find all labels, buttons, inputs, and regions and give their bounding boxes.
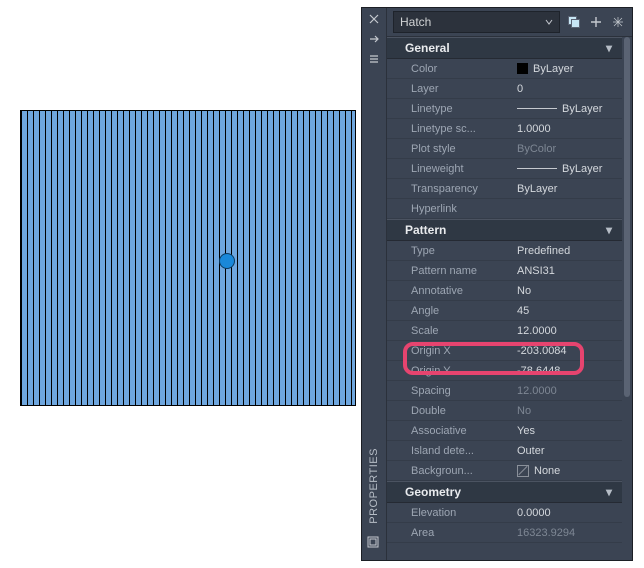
menu-icon[interactable] bbox=[367, 52, 381, 66]
section-header-geometry[interactable]: Geometry ▾ bbox=[387, 481, 622, 503]
prop-lineweight[interactable]: Lineweight ByLayer bbox=[387, 159, 622, 179]
prop-plotstyle: Plot style ByColor bbox=[387, 139, 622, 159]
none-swatch-icon bbox=[517, 465, 529, 477]
prop-linetype[interactable]: Linetype ByLayer bbox=[387, 99, 622, 119]
prop-annotative[interactable]: Annotative No bbox=[387, 281, 622, 301]
prop-transparency[interactable]: Transparency ByLayer bbox=[387, 179, 622, 199]
object-type-value: Hatch bbox=[400, 15, 431, 29]
property-scroll-area: General ▾ Color ByLayer Layer 0 Linetype… bbox=[387, 37, 622, 560]
palette-title: PROPERTIES bbox=[368, 448, 380, 524]
prop-spacing: Spacing 12.0000 bbox=[387, 381, 622, 401]
chevron-down-icon: ▾ bbox=[606, 223, 612, 237]
chevron-down-icon: ▾ bbox=[606, 41, 612, 55]
settings-icon[interactable] bbox=[367, 536, 381, 550]
close-icon[interactable] bbox=[367, 12, 381, 26]
chevron-down-icon: ▾ bbox=[606, 485, 612, 499]
prop-origin-y[interactable]: Origin Y -78.6448 bbox=[387, 361, 622, 381]
palette-header: Hatch bbox=[387, 8, 632, 37]
toggle-pickadd-icon[interactable] bbox=[566, 14, 582, 30]
prop-ltscale[interactable]: Linetype sc... 1.0000 bbox=[387, 119, 622, 139]
select-objects-icon[interactable] bbox=[588, 14, 604, 30]
auto-hide-icon[interactable] bbox=[367, 32, 381, 46]
prop-pattern-type[interactable]: Type Predefined bbox=[387, 241, 622, 261]
prop-angle[interactable]: Angle 45 bbox=[387, 301, 622, 321]
prop-island-detection[interactable]: Island dete... Outer bbox=[387, 441, 622, 461]
prop-hyperlink[interactable]: Hyperlink bbox=[387, 199, 622, 219]
scrollbar-thumb[interactable] bbox=[624, 37, 630, 397]
prop-color[interactable]: Color ByLayer bbox=[387, 59, 622, 79]
prop-background-color[interactable]: Backgroun... None bbox=[387, 461, 622, 481]
section-header-general[interactable]: General ▾ bbox=[387, 37, 622, 59]
color-swatch-icon bbox=[517, 63, 528, 74]
prop-associative[interactable]: Associative Yes bbox=[387, 421, 622, 441]
linetype-sample-icon bbox=[517, 108, 557, 109]
lineweight-sample-icon bbox=[517, 168, 557, 169]
prop-scale[interactable]: Scale 12.0000 bbox=[387, 321, 622, 341]
selection-grip[interactable] bbox=[219, 253, 235, 269]
object-type-dropdown[interactable]: Hatch bbox=[393, 11, 560, 33]
palette-sidebar: PROPERTIES bbox=[362, 8, 387, 560]
section-header-pattern[interactable]: Pattern ▾ bbox=[387, 219, 622, 241]
vertical-scrollbar[interactable] bbox=[622, 37, 632, 560]
quick-select-icon[interactable] bbox=[610, 14, 626, 30]
prop-double: Double No bbox=[387, 401, 622, 421]
prop-pattern-name[interactable]: Pattern name ANSI31 bbox=[387, 261, 622, 281]
prop-area: Area 16323.9294 bbox=[387, 523, 622, 543]
properties-palette: PROPERTIES Hatch bbox=[362, 8, 632, 560]
prop-layer[interactable]: Layer 0 bbox=[387, 79, 622, 99]
drawing-canvas[interactable] bbox=[20, 110, 356, 406]
chevron-down-icon bbox=[545, 15, 553, 29]
prop-origin-x[interactable]: Origin X -203.0084 bbox=[387, 341, 622, 361]
hatch-pattern-preview bbox=[21, 111, 355, 405]
prop-elevation[interactable]: Elevation 0.0000 bbox=[387, 503, 622, 523]
